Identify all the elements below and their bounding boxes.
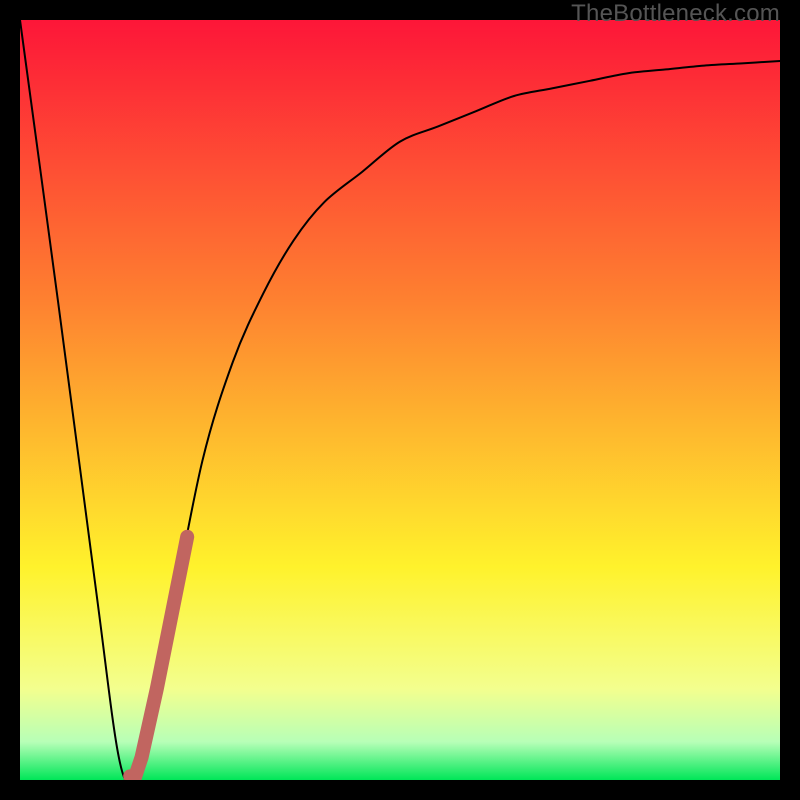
- watermark-text: TheBottleneck.com: [571, 0, 780, 28]
- gradient-background: [20, 20, 780, 780]
- chart-svg: [20, 20, 780, 780]
- outer-frame: TheBottleneck.com: [0, 0, 800, 800]
- plot-area: [20, 20, 780, 780]
